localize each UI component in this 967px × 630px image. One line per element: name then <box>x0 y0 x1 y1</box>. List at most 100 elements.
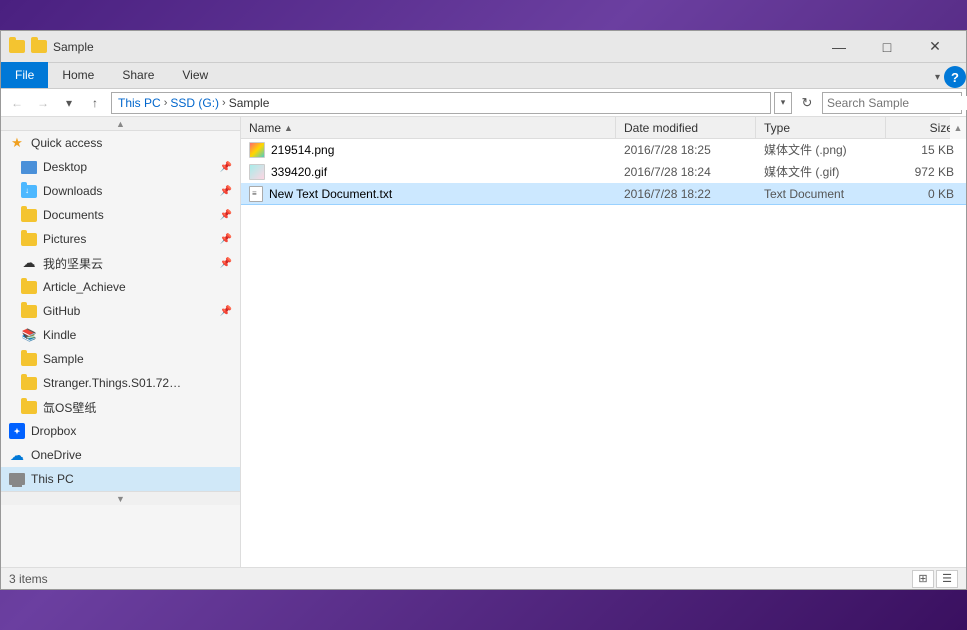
file-date-label: 2016/7/28 18:25 <box>624 143 711 157</box>
sidebar-item-desktop[interactable]: Desktop 📌 <box>1 155 240 179</box>
col-header-name[interactable]: Name ▲ <box>241 117 616 138</box>
back-button[interactable]: ← <box>5 92 29 114</box>
onedrive-icon: ☁ <box>9 447 25 463</box>
sidebar-pictures-label: Pictures <box>43 232 86 246</box>
file-type-label: 媒体文件 (.gif) <box>764 163 839 180</box>
downloads-icon <box>21 183 37 199</box>
breadcrumb-sep2: › <box>222 97 226 109</box>
close-button[interactable]: ✕ <box>912 31 958 63</box>
tab-home[interactable]: Home <box>48 62 108 88</box>
col-header-date[interactable]: Date modified <box>616 117 756 138</box>
help-button[interactable]: ? <box>944 66 966 88</box>
breadcrumb-sep1: › <box>164 97 168 109</box>
recent-button[interactable]: ▾ <box>57 92 81 114</box>
sidebar-quickaccess-label: Quick access <box>31 136 102 150</box>
thispc-icon <box>9 471 25 487</box>
up-button[interactable]: ↑ <box>83 92 107 114</box>
sidebar-scroll-down[interactable]: ▼ <box>1 491 240 505</box>
pin-icon-nutcloud: 📌 <box>220 258 232 269</box>
col-date-label: Date modified <box>624 121 698 135</box>
file-name-label: New Text Document.txt <box>269 187 392 201</box>
sidebar-item-quickaccess[interactable]: ★ Quick access <box>1 131 240 155</box>
ribbon-dropdown-icon[interactable]: ▾ <box>935 72 940 83</box>
nutcloud-icon: ☁ <box>21 255 37 271</box>
sidebar-github-label: GitHub <box>43 304 80 318</box>
col-name-label: Name <box>249 121 281 135</box>
sidebar-sample-label: Sample <box>43 352 84 366</box>
tab-view[interactable]: View <box>168 62 222 88</box>
star-icon: ★ <box>9 135 25 151</box>
ribbon-tabs: File Home Share View ▾ ? <box>1 63 966 89</box>
file-date-cell: 2016/7/28 18:24 <box>616 161 756 182</box>
file-type-label: Text Document <box>764 187 844 201</box>
refresh-button[interactable]: ↻ <box>796 92 818 114</box>
file-name-cell: 339420.gif <box>241 161 616 182</box>
pin-icon-pictures: 📌 <box>220 234 232 245</box>
sidebar-article-label: Article_Achieve <box>43 280 126 294</box>
file-type-label: 媒体文件 (.png) <box>764 141 847 158</box>
column-headers: ▲ Name ▲ Date modified Type Size <box>241 117 966 139</box>
sidebar: ▲ ★ Quick access Desktop 📌 Downloads <box>1 117 241 567</box>
sidebar-item-kindle[interactable]: 📚 Kindle <box>1 323 240 347</box>
table-row[interactable]: 339420.gif 2016/7/28 18:24 媒体文件 (.gif) 9… <box>241 161 966 183</box>
sidebar-dropbox-label: Dropbox <box>31 424 76 438</box>
sort-arrow-name: ▲ <box>284 123 293 133</box>
view-details-button[interactable]: ⊞ <box>912 570 934 588</box>
article-folder-icon <box>21 279 37 295</box>
file-size-label: 0 KB <box>928 187 954 201</box>
sidebar-documents-label: Documents <box>43 208 104 222</box>
txt-icon <box>249 186 263 202</box>
pin-icon-documents: 📌 <box>220 210 232 221</box>
file-size-cell: 0 KB <box>886 183 966 204</box>
item-count-label: 3 items <box>9 572 48 586</box>
col-header-type[interactable]: Type <box>756 117 886 138</box>
sidebar-item-github[interactable]: GitHub 📌 <box>1 299 240 323</box>
title-bar: Sample — □ ✕ <box>1 31 966 63</box>
view-list-button[interactable]: ☰ <box>936 570 958 588</box>
table-row[interactable]: 219514.png 2016/7/28 18:25 媒体文件 (.png) 1… <box>241 139 966 161</box>
file-size-label: 972 KB <box>915 165 954 179</box>
sidebar-downloads-label: Downloads <box>43 184 102 198</box>
window-icon <box>9 40 47 53</box>
forward-button[interactable]: → <box>31 92 55 114</box>
breadcrumb-thispc[interactable]: This PC <box>118 96 161 110</box>
file-list: ▲ Name ▲ Date modified Type Size <box>241 117 966 567</box>
breadcrumb[interactable]: This PC › SSD (G:) › Sample <box>111 92 771 114</box>
pin-icon-downloads: 📌 <box>220 186 232 197</box>
sidebar-item-pictures[interactable]: Pictures 📌 <box>1 227 240 251</box>
sidebar-item-onedrive[interactable]: ☁ OneDrive <box>1 443 240 467</box>
sidebar-kindle-label: Kindle <box>43 328 76 342</box>
nav-buttons: ← → ▾ ↑ <box>5 92 107 114</box>
explorer-window: Sample — □ ✕ File Home Share View ▾ ? ← … <box>0 30 967 590</box>
sidebar-scroll-up[interactable]: ▲ <box>1 117 240 131</box>
sidebar-desktop-label: Desktop <box>43 160 87 174</box>
maximize-button[interactable]: □ <box>864 31 910 63</box>
tab-share[interactable]: Share <box>108 62 168 88</box>
stranger-folder-icon <box>21 375 37 391</box>
png-icon <box>249 142 265 158</box>
list-scroll-up[interactable]: ▲ <box>950 117 966 139</box>
breadcrumb-dropdown[interactable]: ▾ <box>774 92 792 114</box>
sidebar-item-downloads[interactable]: Downloads 📌 <box>1 179 240 203</box>
breadcrumb-ssd[interactable]: SSD (G:) <box>170 96 219 110</box>
sidebar-stranger-label: Stranger.Things.S01.720p.N <box>43 376 183 390</box>
file-size-cell: 972 KB <box>886 161 966 182</box>
sidebar-item-article[interactable]: Article_Achieve <box>1 275 240 299</box>
tab-file[interactable]: File <box>1 62 48 88</box>
sidebar-item-sample[interactable]: Sample <box>1 347 240 371</box>
sidebar-item-thispc[interactable]: This PC <box>1 467 240 491</box>
file-name-cell: New Text Document.txt <box>241 183 616 204</box>
desktop-icon <box>21 159 37 175</box>
sidebar-item-wallpaper[interactable]: 氙OS壁纸 <box>1 395 240 419</box>
sidebar-item-documents[interactable]: Documents 📌 <box>1 203 240 227</box>
sidebar-item-stranger[interactable]: Stranger.Things.S01.720p.N <box>1 371 240 395</box>
table-row[interactable]: New Text Document.txt 2016/7/28 18:22 Te… <box>241 183 966 205</box>
search-input[interactable] <box>827 96 967 110</box>
col-type-label: Type <box>764 121 790 135</box>
minimize-button[interactable]: — <box>816 31 862 63</box>
sidebar-item-nutcloud[interactable]: ☁ 我的坚果云 📌 <box>1 251 240 275</box>
sidebar-item-dropbox[interactable]: ✦ Dropbox <box>1 419 240 443</box>
wallpaper-folder-icon <box>21 399 37 415</box>
file-type-cell: 媒体文件 (.png) <box>756 139 886 160</box>
pictures-icon <box>21 231 37 247</box>
